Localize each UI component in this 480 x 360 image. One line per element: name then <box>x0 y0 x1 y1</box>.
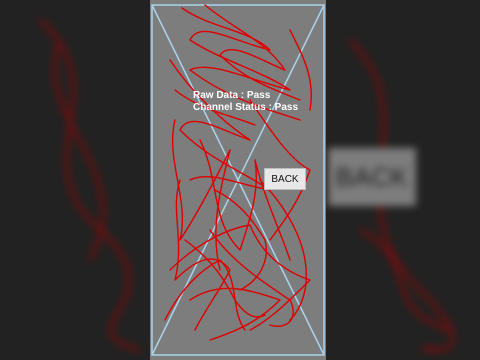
touch-test-screen[interactable]: Raw Data : Pass Channel Status : Pass BA… <box>150 0 326 360</box>
raw-data-status: Raw Data : Pass <box>193 90 271 101</box>
back-button[interactable]: BACK <box>264 168 306 190</box>
channel-status: Channel Status : Pass <box>193 102 299 113</box>
blurred-back-button: BACK <box>328 148 416 206</box>
